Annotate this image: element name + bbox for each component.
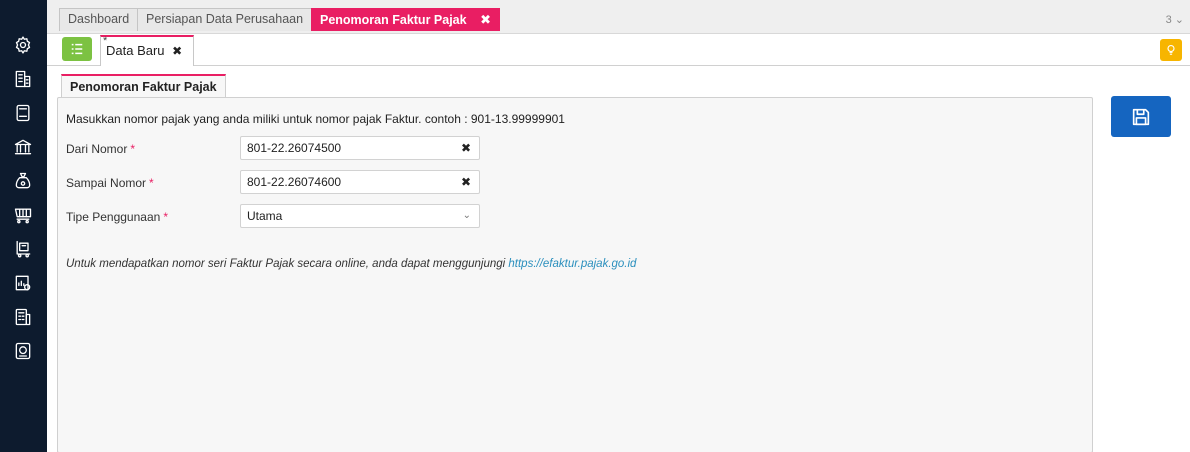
required-marker: * (163, 210, 168, 224)
chevron-down-icon: ⌄ (462, 210, 471, 221)
clipboard-icon[interactable] (12, 102, 34, 124)
efaktur-link[interactable]: https://efaktur.pajak.go.id (508, 258, 636, 270)
form-panel: Masukkan nomor pajak yang anda miliki un… (57, 97, 1093, 452)
save-button[interactable] (1111, 96, 1171, 137)
list-view-button[interactable] (62, 37, 92, 61)
document-tab-bar: Dashboard Persiapan Data Perusahaan Peno… (47, 0, 1190, 34)
tab-penomoran-faktur-pajak[interactable]: Penomoran Faktur Pajak ✖ (311, 8, 500, 31)
calculator-icon[interactable] (12, 306, 34, 328)
tab-overflow-menu[interactable]: 3 ⌄ (1166, 13, 1184, 26)
tab-label: Persiapan Data Perusahaan (146, 12, 304, 26)
list-icon (71, 43, 83, 55)
unsaved-marker: * (103, 35, 108, 47)
tipe-penggunaan-label: Tipe Penggunaan * (66, 210, 168, 224)
instruction-text: Masukkan nomor pajak yang anda miliki un… (66, 112, 565, 126)
dari-nomor-label: Dari Nomor * (66, 142, 136, 156)
sidebar (0, 0, 47, 452)
sampai-nomor-label: Sampai Nomor * (66, 176, 154, 190)
field-value: Utama (247, 209, 283, 223)
note-text: Untuk mendapatkan nomor seri Faktur Paja… (66, 258, 509, 270)
required-marker: * (149, 176, 154, 190)
tab-label: Penomoran Faktur Pajak (320, 13, 467, 27)
tipe-penggunaan-select[interactable]: Utama ⌄ (240, 204, 480, 228)
floppy-disk-icon (1132, 108, 1150, 125)
required-marker: * (130, 142, 136, 156)
field-value: 801-22.26074500 (247, 141, 342, 155)
tab-data-baru[interactable]: * Data Baru ✖ (100, 35, 194, 66)
toolbar: * Data Baru ✖ (47, 34, 1190, 66)
tab-dashboard[interactable]: Dashboard (59, 8, 139, 31)
tab-persiapan-data-perusahaan[interactable]: Persiapan Data Perusahaan (137, 8, 313, 31)
company-icon[interactable] (12, 68, 34, 90)
settings-icon[interactable] (12, 34, 34, 56)
dari-nomor-input[interactable]: 801-22.26074500 ✖ (240, 136, 480, 160)
sampai-nomor-input[interactable]: 801-22.26074600 ✖ (240, 170, 480, 194)
efaktur-note: Untuk mendapatkan nomor seri Faktur Paja… (66, 258, 636, 270)
close-icon[interactable]: ✖ (172, 44, 182, 58)
lightbulb-icon (1167, 44, 1175, 55)
invoice-icon[interactable] (12, 340, 34, 362)
close-icon[interactable]: ✖ (480, 12, 491, 27)
tab-label: Data Baru (106, 43, 165, 58)
hint-button[interactable] (1160, 39, 1182, 61)
clear-icon[interactable]: ✖ (461, 171, 471, 193)
clear-icon[interactable]: ✖ (461, 137, 471, 159)
report-icon[interactable] (12, 272, 34, 294)
field-value: 801-22.26074600 (247, 175, 342, 189)
section-tab-penomoran-faktur-pajak[interactable]: Penomoran Faktur Pajak (61, 74, 226, 99)
bank-icon[interactable] (12, 136, 34, 158)
delivery-icon[interactable] (12, 238, 34, 260)
main-content: Penomoran Faktur Pajak Masukkan nomor pa… (47, 66, 1190, 452)
money-bag-icon[interactable] (12, 170, 34, 192)
cart-icon[interactable] (12, 204, 34, 226)
tab-label: Dashboard (68, 12, 130, 26)
